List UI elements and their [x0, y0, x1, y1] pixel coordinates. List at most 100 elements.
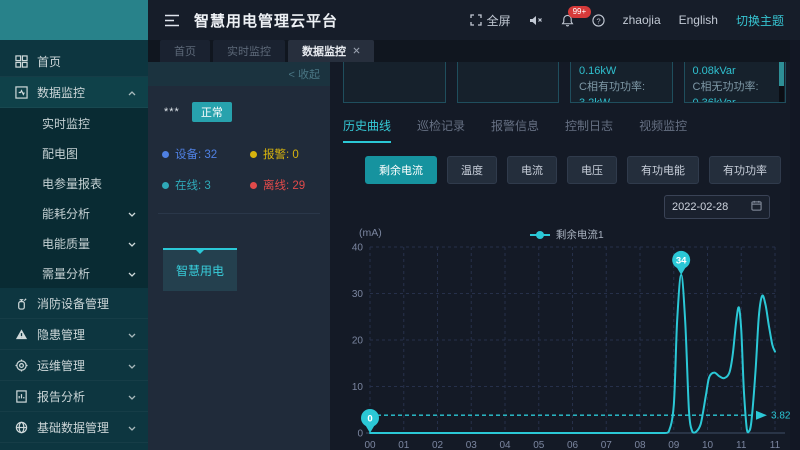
- submenu-item-demand[interactable]: 需量分析: [0, 258, 148, 288]
- svg-text:34: 34: [676, 255, 687, 266]
- fullscreen-button[interactable]: 全屏: [470, 12, 511, 29]
- status-badge: 正常: [192, 102, 232, 122]
- tab-alarm-info[interactable]: 报警信息: [491, 117, 539, 143]
- sidebar-item-data-monitor[interactable]: 数据监控: [0, 77, 148, 108]
- filter-residual-current[interactable]: 剩余电流: [365, 156, 437, 184]
- stat-dot: [250, 182, 257, 189]
- stat-alarms: 报警: 0: [250, 146, 330, 162]
- sidebar-submenu: 实时监控 配电图 电参量报表 能耗分析 电能质量 需量分析: [0, 108, 148, 288]
- legend-marker-icon: [530, 231, 550, 239]
- stat-offline: 离线: 29: [250, 177, 330, 193]
- detail-panel: 历史曲线 巡检记录 报警信息 控制日志 视频监控 剩余电流 温度 电流 电压 有…: [343, 117, 788, 450]
- tab-inspection-records[interactable]: 巡检记录: [417, 117, 465, 143]
- svg-text:11: 11: [770, 440, 781, 450]
- sidebar-item-label: 数据监控: [37, 84, 85, 101]
- mute-button[interactable]: [529, 15, 543, 26]
- calendar-icon: [751, 200, 762, 214]
- metric-card[interactable]: [457, 62, 560, 103]
- sidebar-item-label: 消防设备管理: [37, 295, 109, 312]
- notifications-button[interactable]: 99+: [561, 14, 574, 27]
- menu-fold-icon[interactable]: [164, 14, 180, 27]
- filter-active-power[interactable]: 有功功率: [709, 156, 781, 184]
- chart-legend[interactable]: 剩余电流1: [530, 227, 604, 242]
- tab-home[interactable]: 首页: [160, 40, 210, 62]
- svg-text:01: 01: [398, 440, 410, 450]
- chevron-down-icon: [128, 358, 136, 372]
- metric-card[interactable]: [343, 62, 446, 103]
- sidebar-item-fire-equipment[interactable]: 消防设备管理: [0, 288, 148, 319]
- svg-text:10: 10: [702, 440, 714, 450]
- sidebar-item-operations[interactable]: 运维管理: [0, 350, 148, 381]
- page-title: 智慧用电管理云平台: [194, 10, 338, 31]
- collapse-panel-button[interactable]: < 收起: [148, 62, 330, 86]
- detail-tabs: 历史曲线 巡检记录 报警信息 控制日志 视频监控: [343, 117, 788, 143]
- filter-temperature[interactable]: 温度: [447, 156, 497, 184]
- help-button[interactable]: ?: [592, 14, 605, 27]
- svg-text:20: 20: [352, 336, 364, 347]
- language-switch[interactable]: English: [679, 13, 718, 27]
- sidebar-item-label: 运维管理: [37, 357, 85, 374]
- svg-text:10: 10: [352, 382, 364, 393]
- page-scrollbar[interactable]: [790, 40, 800, 450]
- sidebar-item-label: 基础数据管理: [37, 419, 109, 436]
- device-tree-panel: < 收起 *** 正常 设备: 32 报警: 0 在线: 3 离线: 29 智慧…: [148, 62, 330, 450]
- svg-text:02: 02: [432, 440, 444, 450]
- logo-block: [0, 0, 148, 40]
- submenu-item-report[interactable]: 电参量报表: [0, 168, 148, 198]
- stat-dot: [162, 182, 169, 189]
- svg-text:04: 04: [499, 440, 511, 450]
- base-data-icon: [14, 420, 28, 434]
- svg-text:11: 11: [736, 440, 747, 450]
- masked-device-name: ***: [164, 106, 180, 118]
- date-picker[interactable]: 2022-02-28: [664, 195, 770, 219]
- metric-card[interactable]: 0.16kW C相有功功率: 3.2kW: [570, 62, 673, 103]
- chevron-down-icon: [128, 327, 136, 341]
- filter-voltage[interactable]: 电压: [567, 156, 617, 184]
- submenu-item-realtime[interactable]: 实时监控: [0, 108, 148, 138]
- mute-icon: [529, 15, 543, 26]
- tab-realtime[interactable]: 实时监控: [213, 40, 285, 62]
- tab-data-monitor[interactable]: 数据监控: [288, 40, 374, 62]
- filter-current[interactable]: 电流: [507, 156, 557, 184]
- submenu-item-energy[interactable]: 能耗分析: [0, 198, 148, 228]
- filter-active-energy[interactable]: 有功电能: [627, 156, 699, 184]
- svg-text:08: 08: [634, 440, 646, 450]
- question-icon: ?: [592, 14, 605, 27]
- header: 智慧用电管理云平台 全屏 99+ ? zhaojia English 切换主题: [148, 0, 800, 40]
- svg-text:06: 06: [567, 440, 579, 450]
- sidebar-item-label: 报告分析: [37, 388, 85, 405]
- fullscreen-icon: [470, 14, 482, 26]
- device-stats: 设备: 32 报警: 0 在线: 3 离线: 29: [162, 146, 330, 193]
- svg-text:?: ?: [596, 16, 600, 25]
- close-icon[interactable]: [353, 45, 360, 57]
- sidebar-item-home[interactable]: 首页: [0, 46, 148, 77]
- sidebar-item-report-analysis[interactable]: 报告分析: [0, 381, 148, 412]
- sidebar-item-hazard[interactable]: 隐患管理: [0, 319, 148, 350]
- tab-bar: 首页 实时监控 数据监控: [148, 40, 800, 62]
- metric-card[interactable]: 0.08kVar C相无功功率: 0.36kVar: [684, 62, 787, 103]
- submenu-item-quality[interactable]: 电能质量: [0, 228, 148, 258]
- theme-switch[interactable]: 切换主题: [736, 12, 784, 29]
- operations-icon: [14, 358, 28, 372]
- tab-history-curve[interactable]: 历史曲线: [343, 117, 391, 143]
- stat-devices: 设备: 32: [162, 146, 250, 162]
- sidebar-item-label: 首页: [37, 53, 61, 70]
- svg-text:00: 00: [364, 440, 376, 450]
- sidebar-item-base-data[interactable]: 基础数据管理: [0, 412, 148, 443]
- sidebar-menu: 首页 数据监控 实时监控 配电图 电参量报表 能耗分析 电能质量 需量分析: [0, 40, 148, 443]
- fire-equipment-icon: [14, 296, 28, 310]
- svg-text:09: 09: [668, 440, 680, 450]
- chart-header: (mA) 剩余电流1: [343, 227, 788, 241]
- tab-video-monitor[interactable]: 视频监控: [639, 117, 687, 143]
- username[interactable]: zhaojia: [623, 13, 661, 27]
- metric-cards: 0.16kW C相有功功率: 3.2kW 0.08kVar C相无功功率: 0.…: [343, 62, 786, 103]
- svg-text:03: 03: [466, 440, 478, 450]
- submenu-item-distribution[interactable]: 配电图: [0, 138, 148, 168]
- line-chart[interactable]: 010203040000102030405060708091011113.820…: [343, 243, 800, 450]
- divider: [158, 213, 320, 214]
- svg-text:0: 0: [357, 429, 363, 440]
- chevron-down-icon: [128, 420, 136, 434]
- tab-control-log[interactable]: 控制日志: [565, 117, 613, 143]
- tree-node-smart-power[interactable]: 智慧用电: [163, 248, 237, 291]
- card-scrollbar[interactable]: [779, 62, 784, 102]
